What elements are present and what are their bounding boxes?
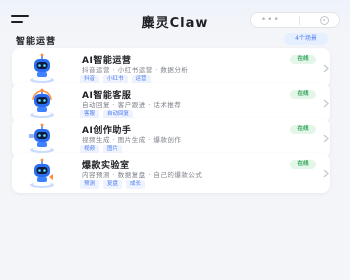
tag: 复盘 (103, 180, 123, 189)
capsule-divider (299, 15, 301, 25)
top-navigation-bar: 麋灵Claw ••• (0, 0, 350, 36)
scene-card-ai-operations[interactable]: AI智能运营 抖音运营 · 小红书运营 · 数据分析 抖音 小红书 运营 在线 (12, 48, 330, 88)
miniprogram-close-icon[interactable] (320, 15, 330, 25)
card-description: 视频生成 · 图片生成 · 爆款创作 (82, 136, 182, 144)
status-badge: 在线 (290, 160, 316, 169)
miniprogram-capsule: ••• (250, 12, 340, 28)
more-dots-icon[interactable]: ••• (261, 15, 280, 25)
tag: 预测 (80, 180, 100, 189)
status-badge: 在线 (290, 125, 316, 134)
chevron-right-icon (323, 99, 329, 108)
chevron-right-icon (323, 134, 329, 143)
card-tags: 预测 复盘 成长 (80, 180, 146, 189)
section-header: 智能运营 4个场景 (0, 33, 350, 47)
card-description: 自动回复 · 客户跟进 · 话术推荐 (82, 101, 182, 109)
robot-icon (30, 158, 54, 188)
scene-card-viral-lab[interactable]: 爆款实验室 内容预测 · 数据复盘 · 自己的爆款公式 预测 复盘 成长 在线 (12, 153, 330, 193)
robot-icon (29, 123, 54, 153)
robot-icon (30, 53, 54, 83)
robot-icon (30, 88, 54, 118)
scene-card-ai-customer-service[interactable]: AI智能客服 自动回复 · 客户跟进 · 话术推荐 客服 自动回复 在线 (12, 83, 330, 123)
card-description: 内容预测 · 数据复盘 · 自己的爆款公式 (82, 171, 203, 179)
status-badge: 在线 (290, 55, 316, 64)
chevron-right-icon (323, 169, 329, 178)
scene-card-ai-creation-assistant[interactable]: AI创作助手 视频生成 · 图片生成 · 爆款创作 视频 图片 在线 (12, 118, 330, 158)
card-description: 抖音运营 · 小红书运营 · 数据分析 (82, 66, 189, 74)
status-badge: 在线 (290, 90, 316, 99)
chevron-right-icon (323, 64, 329, 73)
scene-count-badge: 4个场景 (284, 33, 328, 45)
tag: 成长 (126, 180, 146, 189)
section-title: 智能运营 (16, 37, 57, 47)
